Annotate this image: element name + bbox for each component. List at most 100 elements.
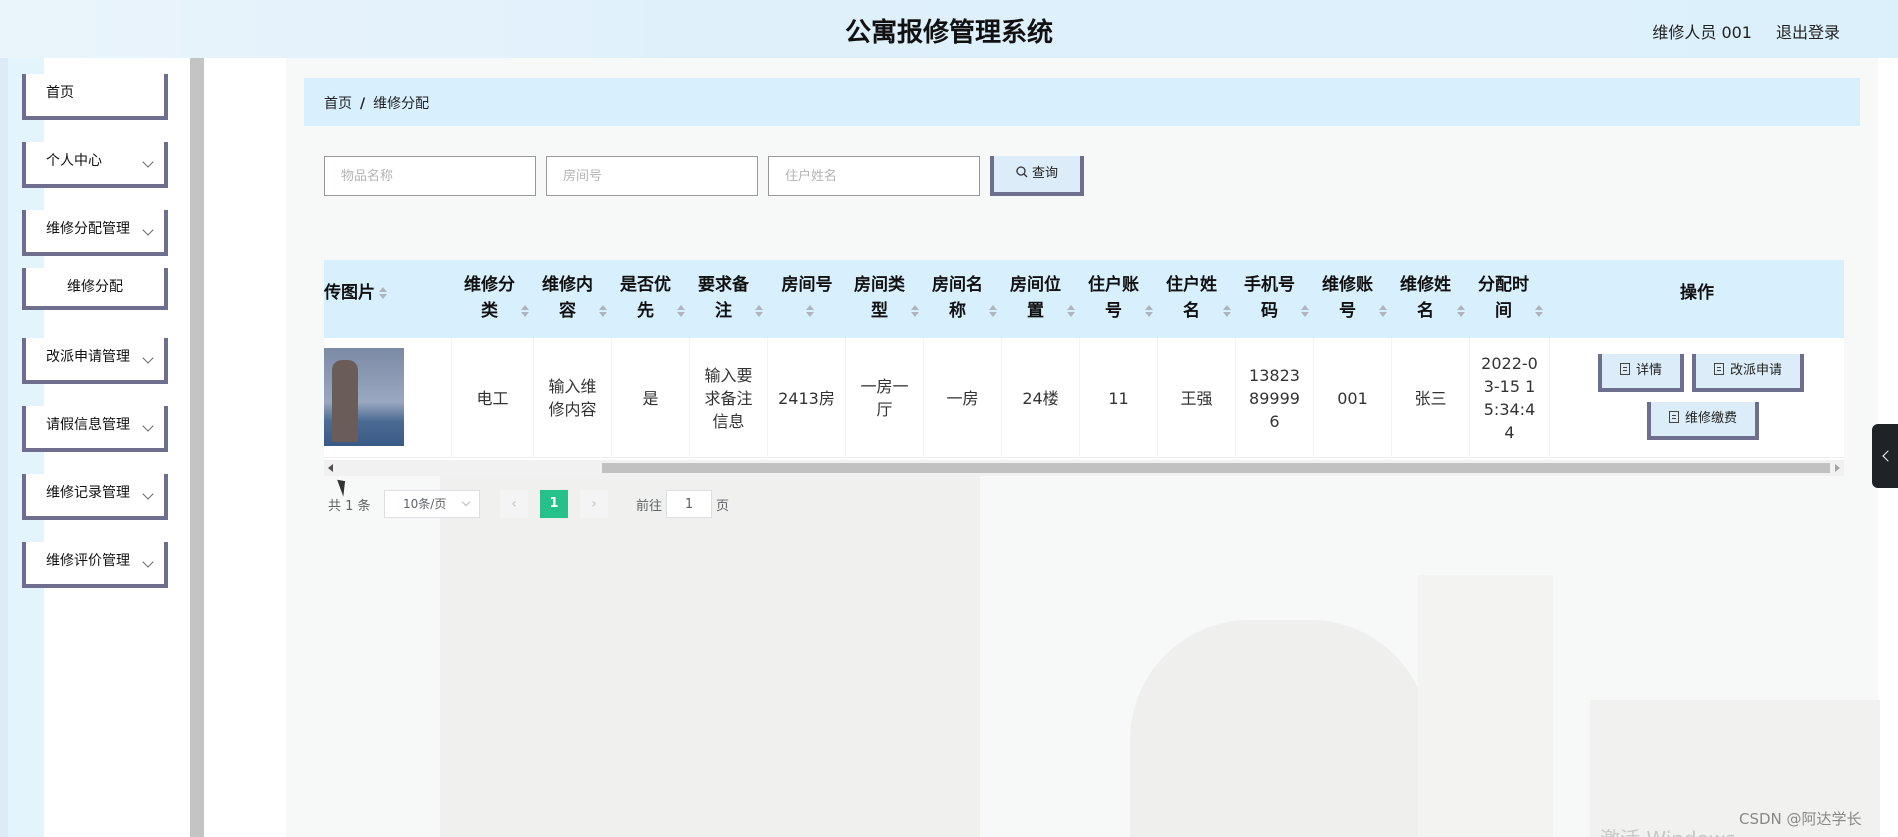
column-header-room-name[interactable]: 房间名称 bbox=[924, 272, 1002, 328]
account-cell: 11 bbox=[1080, 338, 1158, 458]
chevron-down-icon bbox=[142, 224, 154, 236]
table-header: 传图片 维修分类 维修内容 是否优先 要求备注 房间号 房间类型 房间名称 房间… bbox=[324, 260, 1844, 338]
search-button[interactable]: 查询 bbox=[990, 156, 1084, 196]
scroll-left-icon[interactable] bbox=[328, 464, 333, 472]
os-activation-notice: 激活 Windows bbox=[1600, 823, 1736, 837]
current-page-button[interactable]: 1 bbox=[540, 490, 568, 518]
table-horizontal-scrollbar[interactable] bbox=[324, 460, 1844, 476]
sort-icon[interactable] bbox=[910, 305, 919, 317]
column-header-category[interactable]: 维修分类 bbox=[456, 272, 534, 328]
category-cell: 电工 bbox=[452, 338, 534, 458]
column-header-actions: 操作 bbox=[1680, 283, 1714, 303]
sidebar-item-review-mgmt[interactable]: 维修评价管理 bbox=[22, 542, 168, 588]
column-header-remark[interactable]: 要求备注 bbox=[690, 272, 768, 328]
breadcrumb-separator: / bbox=[360, 96, 366, 112]
chevron-down-icon bbox=[142, 420, 154, 432]
scroll-right-icon[interactable] bbox=[1835, 464, 1840, 472]
page-size-select[interactable]: 10条/页 bbox=[384, 490, 480, 518]
column-header-room-type[interactable]: 房间类型 bbox=[846, 272, 924, 328]
sidebar-item-label: 维修记录管理 bbox=[46, 485, 130, 501]
scrollbar-thumb[interactable] bbox=[602, 463, 1830, 473]
chevron-down-icon bbox=[142, 156, 154, 168]
app-header: 公寓报修管理系统 维修人员 001 退出登录 bbox=[0, 0, 1898, 58]
repair-photo[interactable] bbox=[324, 348, 404, 446]
sort-icon[interactable] bbox=[1378, 305, 1387, 317]
goto-page-input[interactable] bbox=[666, 490, 712, 518]
sidebar-item-reassign-mgmt[interactable]: 改派申请管理 bbox=[22, 338, 168, 384]
side-panel-toggle[interactable] bbox=[1872, 424, 1898, 488]
resident-name-input[interactable] bbox=[768, 156, 980, 196]
room-location-cell: 24楼 bbox=[1002, 338, 1080, 458]
worker-name-cell: 张三 bbox=[1392, 338, 1470, 458]
sort-icon[interactable] bbox=[1222, 305, 1231, 317]
sidebar-subitem-repair-assign[interactable]: 维修分配 bbox=[22, 268, 168, 310]
content-cell: 输入维修内容 bbox=[534, 338, 612, 458]
prev-page-button[interactable]: ‹ bbox=[500, 490, 528, 518]
room-name-cell: 一房 bbox=[924, 338, 1002, 458]
breadcrumb-home[interactable]: 首页 bbox=[324, 96, 352, 112]
sort-icon[interactable] bbox=[520, 305, 529, 317]
table-row: 电工 输入维修内容 是 输入要求备注信息 2413房 一房一厅 一房 24楼 1… bbox=[324, 338, 1844, 458]
chevron-down-icon bbox=[142, 556, 154, 568]
page-suffix: 页 bbox=[716, 499, 730, 514]
background-decoration bbox=[1418, 575, 1553, 837]
item-name-input[interactable] bbox=[324, 156, 536, 196]
sidebar-item-home[interactable]: 首页 bbox=[22, 74, 168, 120]
sidebar: 首页 个人中心 维修分配管理 维修分配 改派申请管理 请假信息管理 维修记录管理… bbox=[0, 58, 190, 837]
background-decoration bbox=[1130, 620, 1430, 837]
assign-time-cell: 2022-03-15 15:34:44 bbox=[1470, 338, 1550, 458]
sort-icon[interactable] bbox=[988, 305, 997, 317]
detail-button[interactable]: 详情 bbox=[1598, 354, 1684, 392]
sort-icon[interactable] bbox=[1144, 305, 1153, 317]
next-page-button[interactable]: › bbox=[580, 490, 608, 518]
sidebar-item-label: 改派申请管理 bbox=[46, 349, 130, 365]
sidebar-item-label: 维修分配管理 bbox=[46, 221, 130, 237]
sidebar-item-leave-mgmt[interactable]: 请假信息管理 bbox=[22, 406, 168, 452]
column-header-worker-account[interactable]: 维修账号 bbox=[1314, 272, 1392, 328]
logout-link[interactable]: 退出登录 bbox=[1776, 19, 1840, 43]
room-type-cell: 一房一厅 bbox=[846, 338, 924, 458]
room-number-input[interactable] bbox=[546, 156, 758, 196]
sort-icon[interactable] bbox=[1300, 305, 1309, 317]
repair-payment-button[interactable]: 维修缴费 bbox=[1647, 402, 1759, 440]
chevron-left-icon bbox=[1882, 450, 1894, 462]
sort-icon[interactable] bbox=[598, 305, 607, 317]
document-icon bbox=[1713, 363, 1724, 375]
sidebar-item-repair-assign-mgmt[interactable]: 维修分配管理 bbox=[22, 210, 168, 256]
column-header-assign-time[interactable]: 分配时间 bbox=[1470, 272, 1548, 328]
search-button-label: 查询 bbox=[1031, 166, 1058, 181]
sort-icon[interactable] bbox=[1066, 305, 1075, 317]
sort-icon[interactable] bbox=[379, 287, 387, 299]
column-header-worker-name[interactable]: 维修姓名 bbox=[1392, 272, 1470, 328]
pagination-total: 共 1 条 bbox=[328, 499, 371, 514]
worker-account-cell: 001 bbox=[1314, 338, 1392, 458]
column-header-account[interactable]: 住户账号 bbox=[1080, 272, 1158, 328]
column-header-resident[interactable]: 住户姓名 bbox=[1158, 272, 1236, 328]
room-no-cell: 2413房 bbox=[768, 338, 846, 458]
document-icon bbox=[1619, 363, 1630, 375]
column-header-room-location[interactable]: 房间位置 bbox=[1002, 272, 1080, 328]
breadcrumb: 首页 / 维修分配 bbox=[324, 93, 429, 113]
sort-icon[interactable] bbox=[1456, 305, 1465, 317]
search-icon bbox=[1016, 166, 1028, 178]
sidebar-item-label: 维修分配 bbox=[67, 279, 123, 295]
sort-icon[interactable] bbox=[754, 305, 763, 317]
column-header-photo[interactable]: 传图片 bbox=[324, 272, 452, 328]
sidebar-scrollbar[interactable] bbox=[190, 58, 204, 837]
column-header-phone[interactable]: 手机号码 bbox=[1236, 272, 1314, 328]
reassign-request-button[interactable]: 改派申请 bbox=[1692, 354, 1804, 392]
goto-label: 前往 bbox=[636, 499, 663, 514]
sort-icon[interactable] bbox=[1534, 305, 1543, 317]
sort-icon[interactable] bbox=[676, 305, 685, 317]
sidebar-item-label: 维修评价管理 bbox=[46, 553, 130, 569]
photo-cell bbox=[324, 338, 452, 458]
column-header-priority[interactable]: 是否优先 bbox=[612, 272, 690, 328]
sort-icon[interactable] bbox=[805, 305, 814, 317]
app-title: 公寓报修管理系统 bbox=[844, 18, 1053, 48]
sidebar-item-personal-center[interactable]: 个人中心 bbox=[22, 142, 168, 188]
column-header-room-no[interactable]: 房间号 bbox=[768, 272, 846, 328]
column-header-content[interactable]: 维修内容 bbox=[534, 272, 612, 328]
sidebar-item-repair-record-mgmt[interactable]: 维修记录管理 bbox=[22, 474, 168, 520]
current-user: 维修人员 001 bbox=[1652, 23, 1752, 42]
actions-cell: 详情 改派申请 维修缴费 bbox=[1550, 338, 1844, 458]
